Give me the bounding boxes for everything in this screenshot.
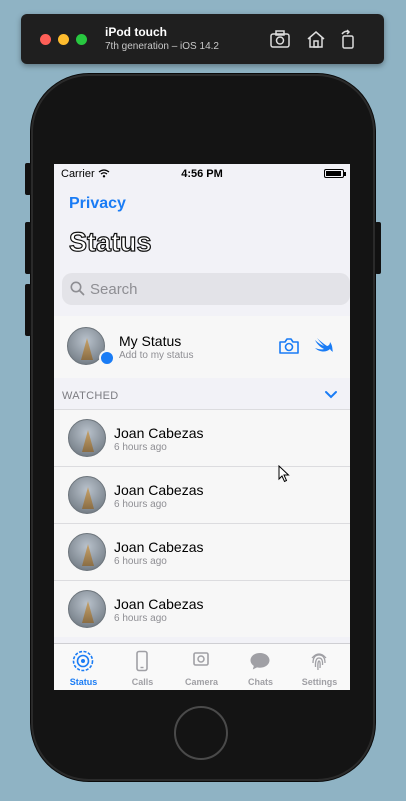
contact-name: Joan Cabezas — [114, 425, 204, 441]
home-icon[interactable] — [305, 28, 327, 50]
contact-name: Joan Cabezas — [114, 482, 204, 498]
add-status-badge-icon — [99, 350, 115, 366]
status-list: Joan Cabezas 6 hours ago Joan Cabezas 6 … — [54, 409, 350, 637]
contact-name: Joan Cabezas — [114, 539, 204, 555]
avatar — [68, 533, 106, 571]
contact-name: Joan Cabezas — [114, 596, 204, 612]
avatar — [68, 419, 106, 457]
search-input[interactable]: Search — [62, 273, 350, 305]
tab-bar: Status Calls Camera Chats Settings — [54, 643, 350, 690]
home-button[interactable] — [174, 706, 228, 760]
battery-icon — [324, 169, 346, 178]
camera-icon[interactable] — [278, 337, 300, 355]
simulator-toolbar: iPod touch 7th generation – iOS 14.2 — [21, 14, 384, 64]
status-time: 4:56 PM — [181, 168, 223, 180]
device-name: iPod touch — [105, 25, 167, 39]
status-time: 6 hours ago — [114, 499, 167, 510]
tab-status[interactable]: Status — [54, 644, 113, 690]
avatar — [68, 476, 106, 514]
status-time: 6 hours ago — [114, 613, 167, 624]
avatar — [68, 590, 106, 628]
my-status-subtitle: Add to my status — [119, 350, 194, 361]
chat-bubble-icon — [250, 653, 270, 670]
list-item[interactable]: Joan Cabezas 6 hours ago — [54, 409, 350, 466]
tab-label: Settings — [301, 677, 338, 687]
page-title: Status — [68, 226, 152, 257]
mute-switch — [25, 163, 31, 195]
zoom-window-button[interactable] — [76, 34, 87, 45]
power-button — [375, 222, 381, 274]
screenshot-icon[interactable] — [269, 28, 291, 50]
tab-label: Camera — [184, 677, 219, 687]
search-placeholder: Search — [90, 281, 138, 298]
list-item[interactable]: Joan Cabezas 6 hours ago — [54, 466, 350, 523]
back-button[interactable]: Privacy — [69, 195, 126, 213]
volume-down-button — [25, 284, 31, 336]
tab-calls[interactable]: Calls — [113, 644, 172, 690]
section-header-watched[interactable]: WATCHED — [54, 386, 350, 408]
fingerprint-icon — [311, 653, 327, 671]
my-status-row[interactable]: My Status Add to my status — [54, 316, 350, 378]
swift-icon[interactable] — [314, 337, 334, 355]
section-title: WATCHED — [62, 390, 119, 402]
tab-camera[interactable]: Camera — [172, 644, 231, 690]
list-item[interactable]: Joan Cabezas 6 hours ago — [54, 580, 350, 637]
tab-chats[interactable]: Chats — [231, 644, 290, 690]
mouse-pointer-icon — [278, 465, 290, 483]
minimize-window-button[interactable] — [58, 34, 69, 45]
search-icon — [70, 281, 85, 296]
status-time: 6 hours ago — [114, 556, 167, 567]
my-status-title: My Status — [119, 333, 182, 349]
tab-settings[interactable]: Settings — [290, 644, 349, 690]
device-detail: 7th generation – iOS 14.2 — [105, 41, 219, 52]
tab-label: Status — [69, 677, 98, 687]
status-bar: Carrier 4:56 PM — [54, 164, 350, 184]
status-icon — [72, 650, 94, 672]
chevron-down-icon[interactable] — [324, 390, 338, 400]
tab-label: Chats — [247, 677, 273, 687]
status-time: 6 hours ago — [114, 442, 167, 453]
close-window-button[interactable] — [40, 34, 51, 45]
app-screen: Carrier 4:56 PM Privacy Status Search My… — [54, 164, 350, 690]
volume-up-button — [25, 222, 31, 274]
camera-icon — [193, 652, 209, 666]
list-item[interactable]: Joan Cabezas 6 hours ago — [54, 523, 350, 580]
tab-label: Calls — [131, 677, 154, 687]
rotate-icon[interactable] — [337, 28, 359, 50]
phone-icon — [136, 650, 148, 672]
